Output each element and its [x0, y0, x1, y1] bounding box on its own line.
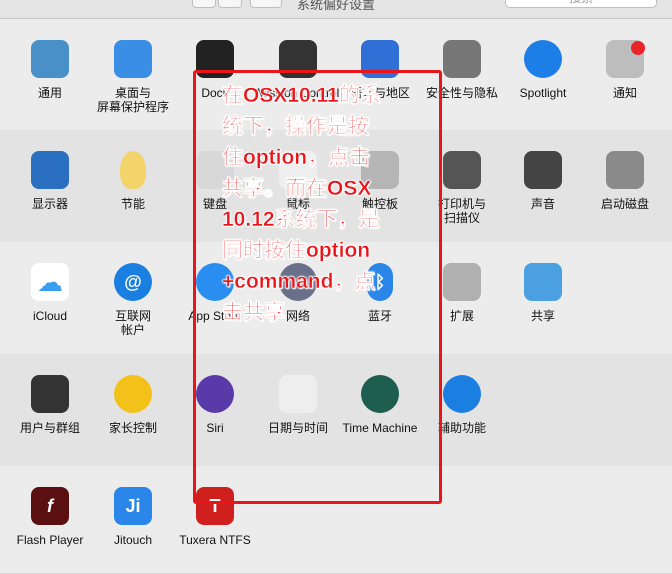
parental-controls-icon: [114, 375, 152, 413]
pane-general[interactable]: 通用: [7, 40, 93, 100]
pane-label: Tuxera NTFS: [179, 533, 251, 547]
desktop-icon: [114, 40, 152, 78]
pane-label: 声音: [530, 197, 555, 211]
pane-label: 通知: [612, 86, 637, 100]
extensions-icon: [443, 263, 481, 301]
disk-icon: [606, 151, 644, 189]
sharing-folder-icon: [524, 263, 562, 301]
pane-energy-bulb[interactable]: 节能: [90, 151, 176, 211]
display-icon: [31, 151, 69, 189]
pane-label: 用户与群组: [19, 421, 80, 435]
annotation-text: 在OSX10.11的系统下，操作是按住option，点击共享。而在OSX10.1…: [222, 84, 381, 324]
pane-label: 共享: [530, 309, 555, 323]
pane-label: 节能: [120, 197, 145, 211]
pane-icloud[interactable]: ☁ iCloud: [7, 263, 93, 323]
printer-icon: [443, 151, 481, 189]
accessibility-icon: [443, 375, 481, 413]
pane-flash-player[interactable]: f Flash Player: [7, 487, 93, 547]
pane-sharing-folder[interactable]: 共享: [500, 263, 586, 323]
users-icon: [31, 375, 69, 413]
notifications-icon: [606, 40, 645, 78]
flash-player-icon: f: [31, 487, 69, 525]
pane-label: 互联网: [114, 309, 151, 323]
pane-display[interactable]: 显示器: [7, 151, 93, 211]
speaker-icon: [524, 151, 562, 189]
pane-label: 显示器: [31, 197, 68, 211]
icloud-icon: ☁: [31, 263, 69, 301]
at-icon: @: [114, 263, 152, 301]
pane-spotlight-search[interactable]: Spotlight: [500, 40, 586, 100]
pane-label: 通用: [37, 86, 62, 100]
pane-at[interactable]: @ 互联网 帐户: [90, 263, 176, 337]
pane-notifications[interactable]: 通知: [582, 40, 668, 100]
jitouch-icon: Ji: [114, 487, 152, 525]
pane-label: iCloud: [32, 309, 68, 323]
security-house-icon: [443, 40, 481, 78]
pane-label: 帐户: [120, 323, 145, 337]
pane-label: 家长控制: [108, 421, 157, 435]
pane-parental-controls[interactable]: 家长控制: [90, 375, 176, 435]
pane-disk[interactable]: 启动磁盘: [582, 151, 668, 211]
pane-label: 屏幕保护程序: [96, 100, 169, 114]
pane-speaker[interactable]: 声音: [500, 151, 586, 211]
general-icon: [31, 40, 69, 78]
pane-label: 启动磁盘: [600, 197, 649, 211]
pane-users[interactable]: 用户与群组: [7, 375, 93, 435]
spotlight-search-icon: [524, 40, 562, 78]
pane-jitouch[interactable]: Ji Jitouch: [90, 487, 176, 547]
pane-desktop[interactable]: 桌面与 屏幕保护程序: [90, 40, 176, 114]
search-input[interactable]: 搜索: [505, 0, 657, 8]
pane-label: 桌面与: [114, 86, 151, 100]
pane-label: Flash Player: [16, 533, 84, 547]
pane-label: Spotlight: [519, 86, 567, 100]
energy-bulb-icon: [120, 151, 146, 189]
pane-label: Jitouch: [113, 533, 153, 547]
title-bar: 系统偏好设置 搜索: [0, 0, 672, 19]
